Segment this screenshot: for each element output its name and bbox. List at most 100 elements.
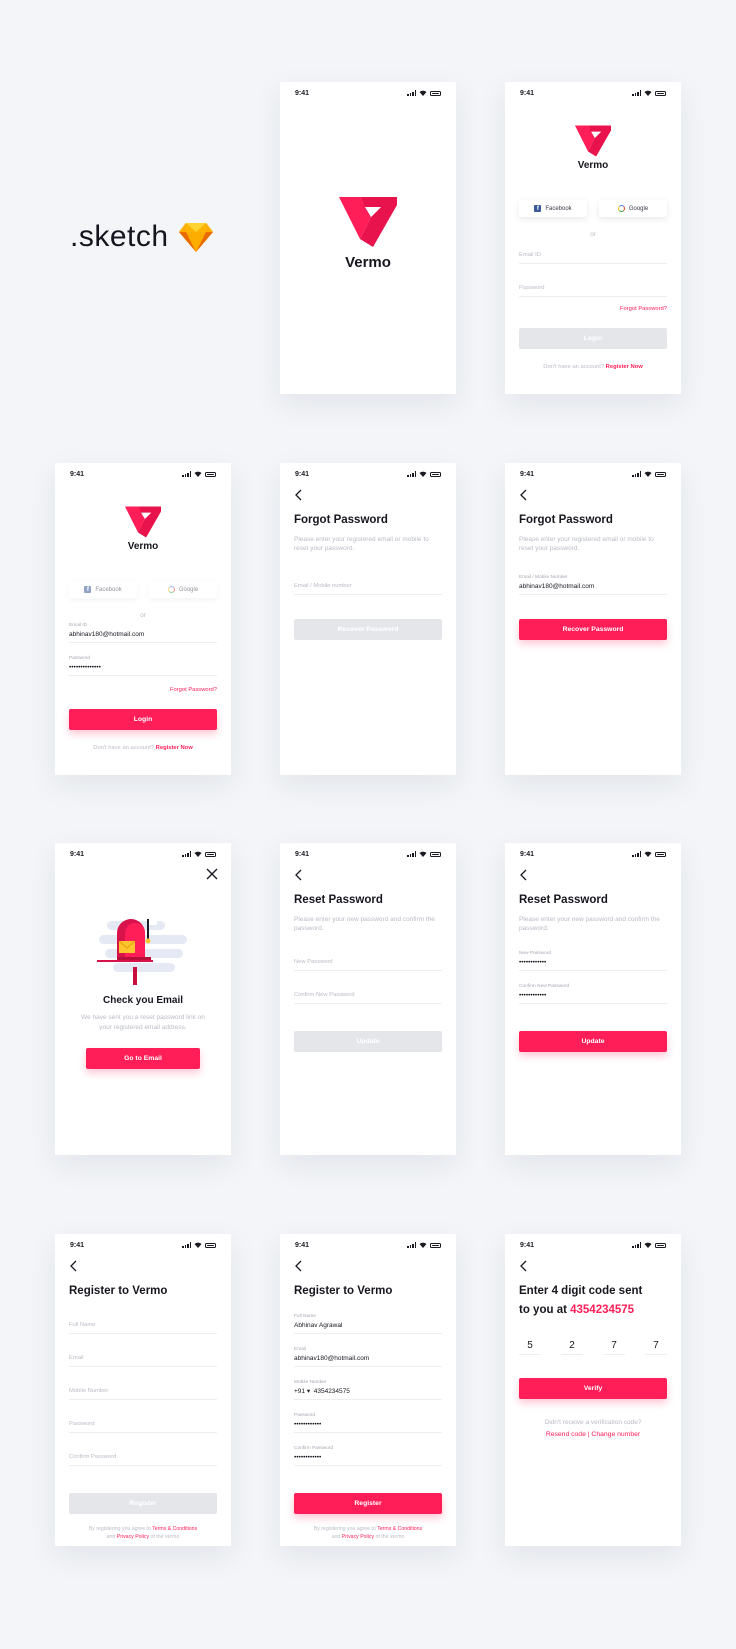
- recover-password-button[interactable]: Recover Password: [294, 619, 442, 640]
- update-button[interactable]: Update: [294, 1031, 442, 1052]
- terms-note: By registering you agree to Terms & Cond…: [313, 1526, 423, 1540]
- full-name-field[interactable]: Full Name: [69, 1316, 217, 1334]
- country-code-select[interactable]: +91 ▾: [294, 1388, 310, 1395]
- facebook-icon: f: [534, 205, 542, 212]
- code-digit[interactable]: 2: [561, 1340, 583, 1355]
- status-bar: 9:41: [295, 469, 441, 479]
- go-to-email-button[interactable]: Go to Email: [86, 1048, 200, 1069]
- email-field[interactable]: Email: [69, 1349, 217, 1367]
- sketch-text: .sketch: [70, 220, 169, 253]
- mobile-field[interactable]: Mobile Number +91 ▾ 4354234575: [294, 1380, 442, 1400]
- privacy-link[interactable]: Privacy Policy: [342, 1534, 374, 1540]
- battery-icon: [205, 1242, 216, 1248]
- screen-splash: 9:41 Vermo: [280, 82, 456, 394]
- signal-icon: [182, 1242, 191, 1248]
- email-field[interactable]: Email ID abhinav180@hotmail.com: [69, 623, 217, 643]
- resend-code-link[interactable]: Resend code: [546, 1431, 586, 1438]
- forgot-password-link[interactable]: Forgot Password?: [170, 687, 217, 693]
- password-field[interactable]: Password ••••••••••••: [294, 1413, 442, 1433]
- google-button[interactable]: Google: [599, 200, 667, 217]
- code-input[interactable]: 5 2 7 7: [519, 1340, 667, 1355]
- code-digit[interactable]: 5: [519, 1340, 541, 1355]
- login-button[interactable]: Login: [519, 328, 667, 349]
- signal-icon: [407, 471, 416, 477]
- password-field[interactable]: Password ••••••••••••••: [69, 656, 217, 676]
- signal-icon: [632, 471, 641, 477]
- vermo-logo-icon: [125, 506, 161, 538]
- page-title: Forgot Password: [519, 514, 613, 526]
- change-number-link[interactable]: Change number: [591, 1431, 640, 1438]
- signal-icon: [632, 1242, 641, 1248]
- register-now-link[interactable]: Register Now: [156, 745, 193, 751]
- new-password-field[interactable]: New Password ••••••••••••: [519, 951, 667, 971]
- battery-icon: [655, 1242, 666, 1248]
- facebook-button[interactable]: f Facebook: [69, 581, 137, 598]
- recover-password-button[interactable]: Recover Password: [519, 619, 667, 640]
- google-icon: [167, 586, 175, 593]
- mobile-field[interactable]: Mobile Number: [69, 1382, 217, 1400]
- status-time: 9:41: [295, 89, 310, 97]
- signal-icon: [182, 851, 191, 857]
- new-password-field[interactable]: New Password: [294, 953, 442, 971]
- phone-number: 4354234575: [570, 1303, 635, 1316]
- back-arrow-icon[interactable]: [293, 869, 305, 881]
- status-bar: 9:41: [520, 849, 666, 859]
- page-title: Register to Vermo: [69, 1285, 168, 1297]
- code-digit[interactable]: 7: [603, 1340, 625, 1355]
- confirm-password-field[interactable]: Confirm New Password: [294, 986, 442, 1004]
- update-button[interactable]: Update: [519, 1031, 667, 1052]
- page-description: We have sent you a reset password link o…: [81, 1014, 205, 1031]
- signal-icon: [632, 851, 641, 857]
- back-arrow-icon[interactable]: [518, 1260, 530, 1272]
- terms-link[interactable]: Terms & Conditions: [152, 1526, 197, 1532]
- battery-icon: [430, 851, 441, 857]
- back-arrow-icon[interactable]: [518, 869, 530, 881]
- screen-forgot-empty: 9:41 Forgot Password Please enter your r…: [280, 463, 456, 775]
- full-name-field[interactable]: Full Name Abhinav Agrawal: [294, 1314, 442, 1334]
- confirm-password-field[interactable]: Confirm Password: [69, 1448, 217, 1466]
- brand-name: Vermo: [345, 254, 391, 271]
- confirm-password-field[interactable]: Confirm Password ••••••••••••: [294, 1446, 442, 1466]
- battery-icon: [430, 1242, 441, 1248]
- back-arrow-icon[interactable]: [293, 1260, 305, 1272]
- page-title: Reset Password: [519, 894, 608, 906]
- wifi-icon: [419, 471, 427, 477]
- status-time: 9:41: [520, 1241, 535, 1249]
- email-mobile-field[interactable]: Email / Mobile Number abhinav180@hotmail.…: [519, 575, 667, 595]
- google-button[interactable]: Google: [149, 581, 217, 598]
- verify-button[interactable]: Verify: [519, 1378, 667, 1399]
- back-arrow-icon[interactable]: [293, 489, 305, 501]
- wifi-icon: [644, 471, 652, 477]
- password-field[interactable]: Password: [519, 279, 667, 297]
- register-button[interactable]: Register: [69, 1493, 217, 1514]
- battery-icon: [430, 471, 441, 477]
- password-field[interactable]: Password: [69, 1415, 217, 1433]
- privacy-link[interactable]: Privacy Policy: [117, 1534, 149, 1540]
- login-button[interactable]: Login: [69, 709, 217, 730]
- terms-link[interactable]: Terms & Conditions: [377, 1526, 422, 1532]
- back-arrow-icon[interactable]: [68, 1260, 80, 1272]
- facebook-icon: f: [84, 586, 92, 593]
- signal-icon: [407, 90, 416, 96]
- status-time: 9:41: [295, 1241, 310, 1249]
- screen-reset-empty: 9:41 Reset Password Please enter your ne…: [280, 843, 456, 1155]
- page-description: Please enter your new password and confi…: [519, 916, 660, 933]
- email-mobile-field[interactable]: Email / Mobile number: [294, 577, 442, 595]
- status-bar: 9:41: [295, 88, 441, 98]
- forgot-password-link[interactable]: Forgot Password?: [620, 306, 667, 312]
- or-divider: or: [590, 231, 596, 238]
- screen-reset-filled: 9:41 Reset Password Please enter your ne…: [505, 843, 681, 1155]
- back-arrow-icon[interactable]: [518, 489, 530, 501]
- register-now-link[interactable]: Register Now: [606, 364, 643, 370]
- close-icon[interactable]: [205, 867, 219, 881]
- register-prompt: Don't have an account? Register Now: [93, 745, 193, 751]
- register-button[interactable]: Register: [294, 1493, 442, 1514]
- confirm-password-field[interactable]: Confirm New Password ••••••••••••: [519, 984, 667, 1004]
- facebook-button[interactable]: f Facebook: [519, 200, 587, 217]
- email-field[interactable]: Email abhinav180@hotmail.com: [294, 1347, 442, 1367]
- screen-login-empty: 9:41 Vermo f Facebook Google or Email ID …: [505, 82, 681, 394]
- battery-icon: [655, 90, 666, 96]
- email-field[interactable]: Email ID: [519, 246, 667, 264]
- code-digit[interactable]: 7: [645, 1340, 667, 1355]
- brand-logo: Vermo: [55, 506, 231, 552]
